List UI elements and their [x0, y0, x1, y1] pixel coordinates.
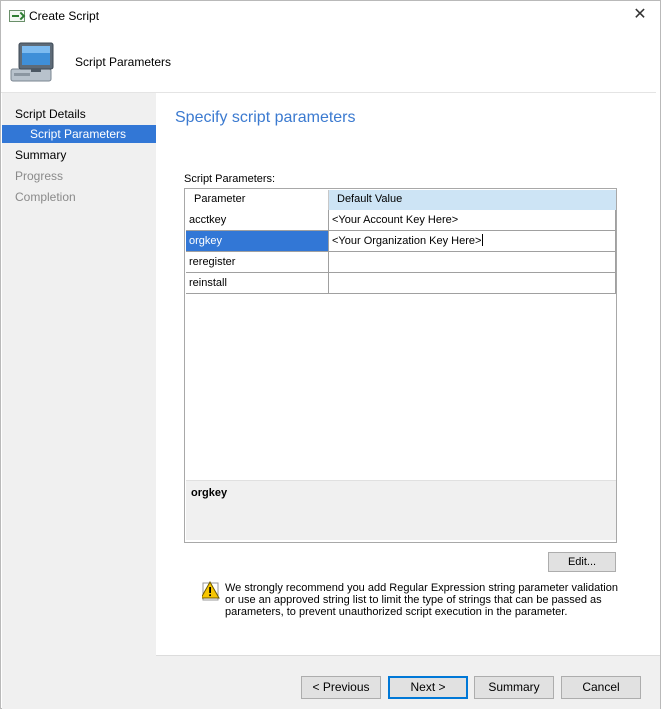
default-value-cell[interactable]: <Your Account Key Here>: [329, 210, 616, 231]
window-title: Create Script: [29, 9, 100, 23]
title-bar: Create Script ✕: [1, 1, 660, 31]
nav-item-summary[interactable]: Summary: [2, 146, 156, 164]
script-app-icon: [9, 10, 25, 22]
table-row[interactable]: acctkey <Your Account Key Here>: [186, 210, 616, 231]
default-value-edit-cell[interactable]: <Your Organization Key Here>: [329, 231, 616, 252]
main-panel: Specify script parameters Script Paramet…: [156, 93, 660, 655]
parameter-name-cell[interactable]: reinstall: [186, 273, 329, 294]
cancel-button[interactable]: Cancel: [561, 676, 641, 699]
grid-header: Parameter Default Value: [186, 190, 616, 210]
create-script-dialog: Create Script ✕ Script Parameters Script…: [0, 0, 661, 709]
wizard-nav: Script Details Script Parameters Summary…: [2, 93, 156, 709]
close-icon[interactable]: ✕: [630, 5, 650, 25]
text-caret: [482, 234, 484, 246]
next-button[interactable]: Next >: [388, 676, 468, 699]
nav-item-script-parameters[interactable]: Script Parameters: [2, 125, 156, 143]
wizard-footer: < Previous Next > Summary Cancel: [156, 655, 660, 709]
parameters-grid: Parameter Default Value acctkey <Your Ac…: [184, 188, 617, 543]
wizard-header: Script Parameters: [1, 31, 660, 93]
edit-button[interactable]: Edit...: [548, 552, 616, 572]
parameter-name-cell[interactable]: acctkey: [186, 210, 329, 231]
grid-label: Script Parameters:: [184, 173, 276, 185]
parameter-name-cell[interactable]: orgkey: [186, 231, 329, 252]
nav-item-progress: Progress: [15, 169, 64, 183]
column-header-parameter[interactable]: Parameter: [186, 190, 329, 210]
default-value-text: <Your Organization Key Here>: [332, 235, 482, 247]
table-row-selected[interactable]: orgkey <Your Organization Key Here>: [186, 231, 616, 252]
validation-warning-text: We strongly recommend you add Regular Ex…: [225, 582, 618, 618]
nav-item-script-details[interactable]: Script Details: [2, 105, 156, 123]
previous-button[interactable]: < Previous: [301, 676, 381, 699]
warning-icon: [202, 580, 220, 601]
description-title: orgkey: [191, 487, 228, 499]
parameter-description-panel: orgkey: [186, 480, 616, 540]
nav-item-completion: Completion: [15, 190, 76, 204]
column-header-default-value[interactable]: Default Value: [329, 190, 616, 210]
table-row[interactable]: reinstall: [186, 273, 616, 294]
page-heading: Specify script parameters: [175, 109, 356, 126]
computer-icon: [10, 42, 54, 82]
summary-button[interactable]: Summary: [474, 676, 554, 699]
parameter-name-cell[interactable]: reregister: [186, 252, 329, 273]
header-title: Script Parameters: [75, 55, 172, 69]
default-value-cell[interactable]: [329, 252, 616, 273]
table-row[interactable]: reregister: [186, 252, 616, 273]
default-value-cell[interactable]: [329, 273, 616, 294]
